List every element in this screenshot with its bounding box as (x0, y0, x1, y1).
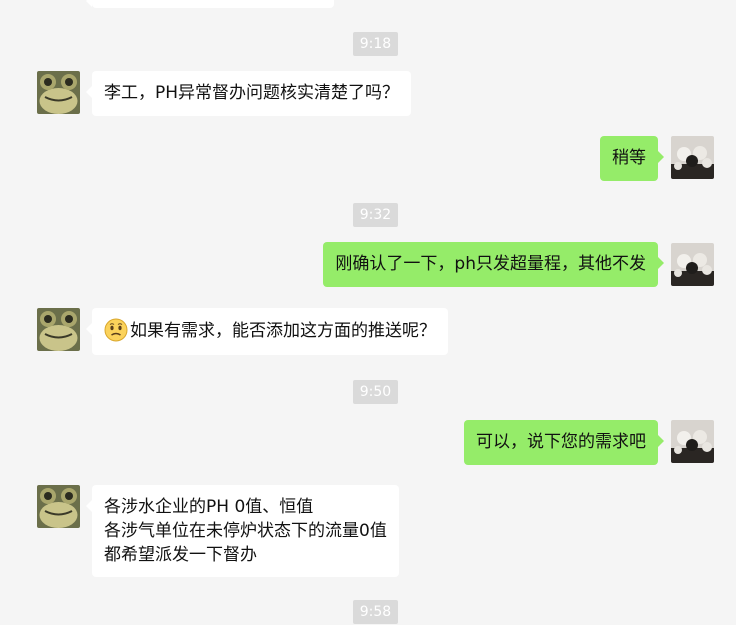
message-bubble[interactable]: 李工，PH异常督办问题核实清楚了吗？ (85, 71, 412, 116)
message-text-line: 都希望派发一下督办 (104, 545, 257, 565)
figures-avatar-icon (671, 243, 714, 286)
message-bubble[interactable]: 可以，说下您的需求吧 (464, 420, 664, 465)
frog-avatar-icon (37, 71, 80, 114)
worried-face-emoji-icon (104, 318, 128, 342)
chat-history[interactable]: 9:18 李工，PH异常督办问题核实清楚了吗？ 稍等 9:32 刚确认了一下，p… (0, 0, 736, 625)
contact-avatar[interactable] (37, 485, 80, 528)
message-bubble[interactable]: 稍等 (600, 136, 664, 181)
message-bubble[interactable]: 刚确认了一下，ph只发超量程，其他不发 (323, 242, 664, 287)
message-bubble-partial[interactable] (86, 0, 334, 8)
message-text: 如果有需求，能否添加这方面的推送呢？ (130, 321, 436, 341)
timestamp: 9:32 (353, 203, 398, 227)
timestamp: 9:58 (353, 600, 398, 624)
user-avatar[interactable] (671, 243, 714, 286)
message-text-line: 各涉气单位在未停炉状态下的流量0值 (104, 521, 387, 541)
contact-avatar[interactable] (37, 71, 80, 114)
timestamp: 9:18 (353, 32, 398, 56)
timestamp: 9:50 (353, 380, 398, 404)
figures-avatar-icon (671, 420, 714, 463)
message-bubble[interactable]: 如果有需求，能否添加这方面的推送呢？ (86, 308, 448, 355)
contact-avatar[interactable] (37, 308, 80, 351)
frog-avatar-icon (37, 308, 80, 351)
message-text: 稍等 (612, 148, 646, 168)
user-avatar[interactable] (671, 136, 714, 179)
message-text: 李工，PH异常督办问题核实清楚了吗？ (104, 83, 400, 103)
message-text-line: 各涉水企业的PH 0值、恒值 (104, 497, 314, 517)
user-avatar[interactable] (671, 420, 714, 463)
figures-avatar-icon (671, 136, 714, 179)
message-text: 刚确认了一下，ph只发超量程，其他不发 (335, 254, 646, 274)
message-text: 可以，说下您的需求吧 (476, 432, 646, 452)
message-bubble[interactable]: 各涉水企业的PH 0值、恒值 各涉气单位在未停炉状态下的流量0值 都希望派发一下… (86, 485, 399, 577)
frog-avatar-icon (37, 485, 80, 528)
